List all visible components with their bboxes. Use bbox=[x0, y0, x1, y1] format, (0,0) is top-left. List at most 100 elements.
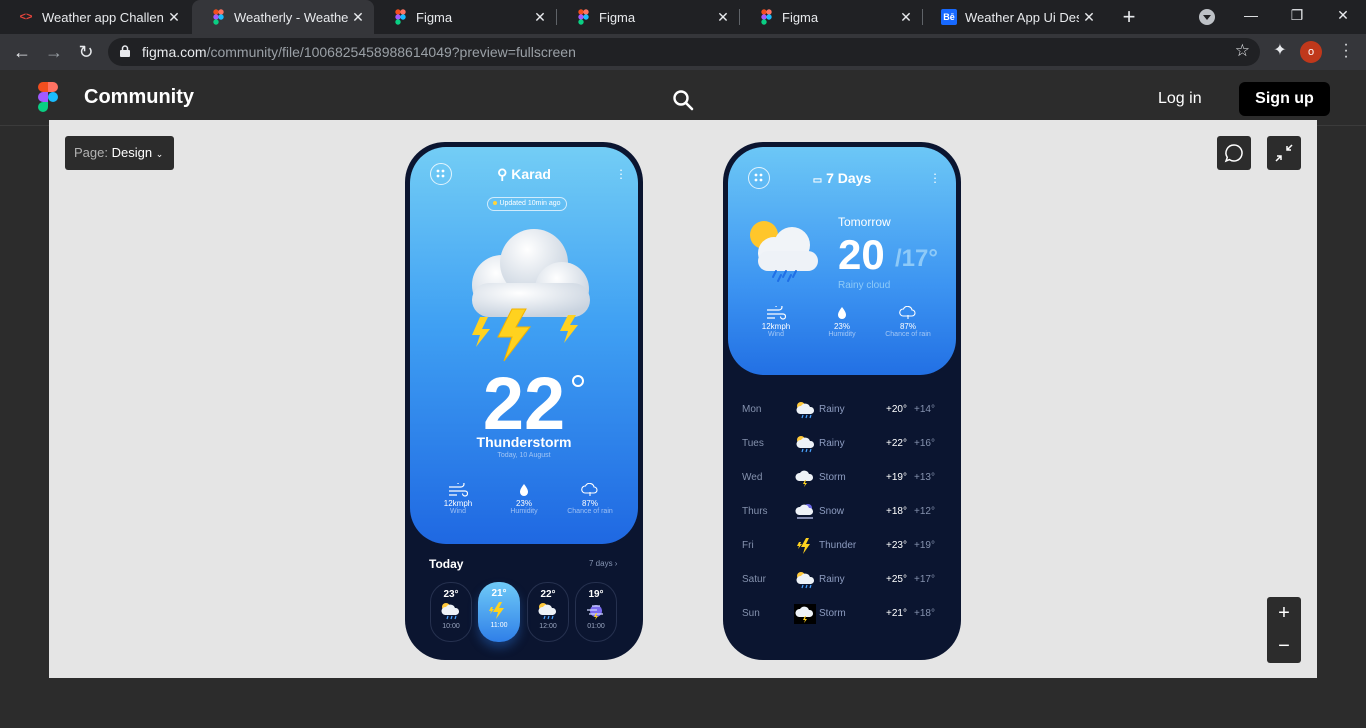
humidity-value: 23% bbox=[515, 499, 532, 508]
forecast-high: +19° bbox=[886, 472, 907, 483]
figma-icon bbox=[575, 9, 591, 25]
forecast-day: Tues bbox=[742, 438, 764, 449]
browser-menu-icon[interactable]: · · · bbox=[1338, 37, 1354, 65]
bookmark-star-icon[interactable]: ☆ bbox=[1235, 41, 1250, 61]
more-options-icon[interactable]: · · · bbox=[932, 167, 938, 188]
hourly-temp: 19° bbox=[588, 589, 604, 600]
rain-cloud-icon bbox=[796, 436, 815, 453]
reload-button[interactable]: ↻ bbox=[74, 40, 98, 64]
forecast-row[interactable]: Satur Rainy +25° +17° bbox=[742, 570, 942, 590]
night-storm-icon bbox=[587, 605, 603, 620]
forecast-day: Wed bbox=[742, 472, 763, 483]
figma-logo-icon[interactable] bbox=[37, 82, 59, 112]
droplet-icon bbox=[838, 307, 846, 319]
location-header[interactable]: ⚲ Karad bbox=[470, 166, 578, 183]
close-tab-icon[interactable]: ✕ bbox=[530, 9, 550, 26]
forecast-high: +23° bbox=[886, 540, 907, 551]
zoom-controls: + − bbox=[1267, 597, 1301, 663]
forecast-low: +18° bbox=[914, 608, 935, 619]
storm-cloud-icon bbox=[794, 604, 816, 624]
browser-tab[interactable]: Figma ✕ bbox=[740, 0, 922, 34]
new-tab-button[interactable]: + bbox=[1119, 4, 1139, 30]
exit-fullscreen-button[interactable] bbox=[1267, 136, 1301, 170]
menu-grid-button[interactable] bbox=[430, 163, 452, 185]
hourly-card[interactable]: 22° 12:00 bbox=[527, 582, 569, 642]
hourly-time: 12:00 bbox=[539, 623, 557, 630]
restore-window-button[interactable]: ❐ bbox=[1274, 0, 1320, 34]
seven-days-text: 7 days bbox=[589, 559, 613, 568]
browser-tab[interactable]: Figma ✕ bbox=[374, 0, 556, 34]
close-tab-icon[interactable]: ✕ bbox=[164, 9, 184, 26]
location-name: Karad bbox=[511, 166, 551, 182]
browser-tab[interactable]: <> Weather app Challenge ✕ bbox=[0, 0, 190, 34]
address-bar[interactable]: figma.com/community/file/100682545898861… bbox=[108, 38, 1260, 66]
hourly-card[interactable]: 23° 10:00 bbox=[430, 582, 472, 642]
browser-tab[interactable]: Bē Weather App Ui Design ✕ bbox=[923, 0, 1105, 34]
zoom-in-button[interactable]: + bbox=[1267, 597, 1301, 630]
tab-title: Figma bbox=[782, 9, 819, 25]
zoom-out-button[interactable]: − bbox=[1267, 630, 1301, 663]
url-path: /community/file/1006825458988614049?prev… bbox=[206, 44, 576, 60]
login-link[interactable]: Log in bbox=[1158, 90, 1202, 108]
comment-button[interactable] bbox=[1217, 136, 1251, 170]
tab-strip: <> Weather app Challenge ✕ Weatherly - W… bbox=[0, 0, 1366, 34]
forecast-row[interactable]: Wed Storm +19° +13° bbox=[742, 468, 942, 488]
forecast-high: +18° bbox=[886, 506, 907, 517]
browser-tab-active[interactable]: Weatherly - Weather fo ✕ bbox=[192, 0, 374, 34]
chevron-down-icon: ⌄ bbox=[155, 149, 164, 159]
hourly-temp: 21° bbox=[491, 588, 507, 599]
wind-icon bbox=[449, 483, 468, 497]
close-window-button[interactable]: ✕ bbox=[1320, 0, 1366, 34]
tab-search-icon[interactable] bbox=[1199, 9, 1215, 25]
menu-grid-button[interactable] bbox=[748, 167, 770, 189]
browser-toolbar: ← → ↻ figma.com/community/file/100682545… bbox=[0, 34, 1366, 70]
close-tab-icon[interactable]: ✕ bbox=[713, 9, 733, 26]
forecast-day: Thurs bbox=[742, 506, 768, 517]
lightning-icon bbox=[797, 538, 810, 554]
search-icon[interactable] bbox=[672, 89, 694, 111]
forward-button[interactable]: → bbox=[42, 40, 66, 64]
close-tab-icon[interactable]: ✕ bbox=[896, 9, 916, 26]
forecast-day: Sun bbox=[742, 608, 760, 619]
forecast-high: +21° bbox=[886, 608, 907, 619]
forecast-condition: Storm bbox=[819, 472, 846, 483]
today-heading: Today bbox=[429, 557, 464, 571]
updated-text: Updated 10min ago bbox=[499, 200, 561, 207]
page-name: Design bbox=[111, 145, 153, 160]
signup-button[interactable]: Sign up bbox=[1239, 82, 1330, 116]
humidity-stat: 23% Humidity bbox=[494, 483, 554, 515]
page-prefix: Page: bbox=[74, 145, 108, 160]
forecast-row[interactable]: Tues Rainy +22° +16° bbox=[742, 434, 942, 454]
forecast-row[interactable]: Thurs Snow +18° +12° bbox=[742, 502, 942, 522]
tab-title: Weather App Ui Design bbox=[965, 9, 1079, 25]
location-pin-icon: ⚲ bbox=[497, 166, 508, 182]
forecast-row[interactable]: Mon Rainy +20° +14° bbox=[742, 400, 942, 420]
hourly-card-active[interactable]: 21° 11:00 bbox=[478, 582, 520, 642]
hourly-card[interactable]: 19° 01:00 bbox=[575, 582, 617, 642]
page-selector[interactable]: Page: Design ⌄ bbox=[65, 136, 174, 170]
profile-avatar[interactable]: o bbox=[1300, 41, 1322, 63]
thunderstorm-icon bbox=[472, 229, 590, 362]
forecast-row[interactable]: Sun Storm +21° +18° bbox=[742, 604, 942, 624]
humidity-label: Humidity bbox=[828, 331, 856, 338]
humidity-value: 23% bbox=[833, 322, 850, 331]
code-brackets-icon: <> bbox=[19, 11, 33, 23]
rain-cloud-icon bbox=[441, 603, 460, 620]
more-options-icon[interactable]: · · · bbox=[618, 163, 624, 184]
hourly-time: 01:00 bbox=[587, 623, 605, 630]
rain-chance-label: Chance of rain bbox=[567, 508, 613, 515]
forecast-day: Satur bbox=[742, 574, 766, 585]
close-tab-icon[interactable]: ✕ bbox=[348, 9, 368, 26]
humidity-label: Humidity bbox=[510, 508, 538, 515]
comment-icon bbox=[1224, 144, 1243, 163]
close-tab-icon[interactable]: ✕ bbox=[1079, 9, 1099, 26]
browser-tab[interactable]: Figma ✕ bbox=[557, 0, 739, 34]
back-button[interactable]: ← bbox=[10, 40, 34, 64]
extensions-puzzle-icon[interactable]: ✦ bbox=[1270, 40, 1290, 60]
rain-chance-label: Chance of rain bbox=[885, 331, 931, 338]
community-title[interactable]: Community bbox=[84, 86, 194, 109]
minimize-window-button[interactable]: — bbox=[1228, 0, 1274, 34]
forecast-row[interactable]: Fri Thunder +23° +19° bbox=[742, 536, 942, 556]
rain-cloud-icon bbox=[796, 572, 815, 589]
seven-days-link[interactable]: 7 days › bbox=[589, 559, 617, 568]
